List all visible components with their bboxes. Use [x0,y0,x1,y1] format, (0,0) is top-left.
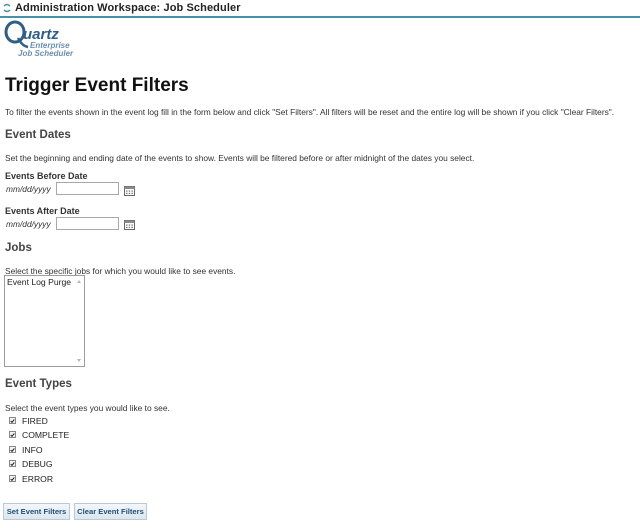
page-title: Trigger Event Filters [5,75,189,96]
scroll-up-icon[interactable] [77,280,81,283]
window-title: Administration Workspace: Job Scheduler [15,2,241,14]
event-type-label: FIRED [22,415,48,426]
title-bar: Administration Workspace: Job Scheduler [0,0,640,18]
calendar-icon[interactable] [124,217,135,230]
checkbox-debug[interactable] [9,460,16,467]
gear-icon [3,3,11,13]
page-intro: To filter the events shown in the event … [5,107,615,117]
checkbox-fired[interactable] [9,417,16,424]
checkbox-error[interactable] [9,475,16,482]
event-type-label: COMPLETE [22,429,70,440]
clear-event-filters-button[interactable]: Clear Event Filters [74,503,147,520]
calendar-icon[interactable] [124,183,135,196]
event-dates-heading: Event Dates [5,129,71,141]
events-before-hint: mm/dd/yyyy [6,184,51,194]
jobs-listbox[interactable]: Event Log Purge [4,275,85,367]
event-type-item[interactable]: FIRED [9,415,48,426]
event-type-label: INFO [22,444,43,455]
events-before-label: Events Before Date [5,171,88,181]
events-after-label: Events After Date [5,206,80,216]
event-type-item[interactable]: INFO [9,444,43,455]
quartz-logo: uartz Enterprise Job Scheduler [4,20,88,60]
events-after-hint: mm/dd/yyyy [6,219,51,229]
checkbox-info[interactable] [9,446,16,453]
checkmark-icon [10,418,15,423]
event-type-item[interactable]: DEBUG [9,458,53,469]
checkbox-complete[interactable] [9,431,16,438]
event-types-heading: Event Types [5,378,72,390]
scroll-down-icon[interactable] [77,359,81,362]
events-after-date-input[interactable] [56,217,119,230]
event-type-item[interactable]: COMPLETE [9,429,69,440]
checkmark-icon [10,476,15,481]
event-type-label: DEBUG [22,458,53,469]
checkmark-icon [10,447,15,452]
checkmark-icon [10,432,15,437]
set-event-filters-button[interactable]: Set Event Filters [3,503,70,520]
event-dates-description: Set the beginning and ending date of the… [5,153,475,163]
listbox-scrollbar[interactable] [75,276,84,366]
event-type-label: ERROR [22,473,54,484]
checkmark-icon [10,461,15,466]
jobs-heading: Jobs [5,242,32,254]
job-option[interactable]: Event Log Purge [7,277,71,287]
event-type-item[interactable]: ERROR [9,473,53,484]
svg-text:Job Scheduler: Job Scheduler [18,49,74,58]
event-types-description: Select the event types you would like to… [5,403,170,413]
events-before-date-input[interactable] [56,182,119,195]
